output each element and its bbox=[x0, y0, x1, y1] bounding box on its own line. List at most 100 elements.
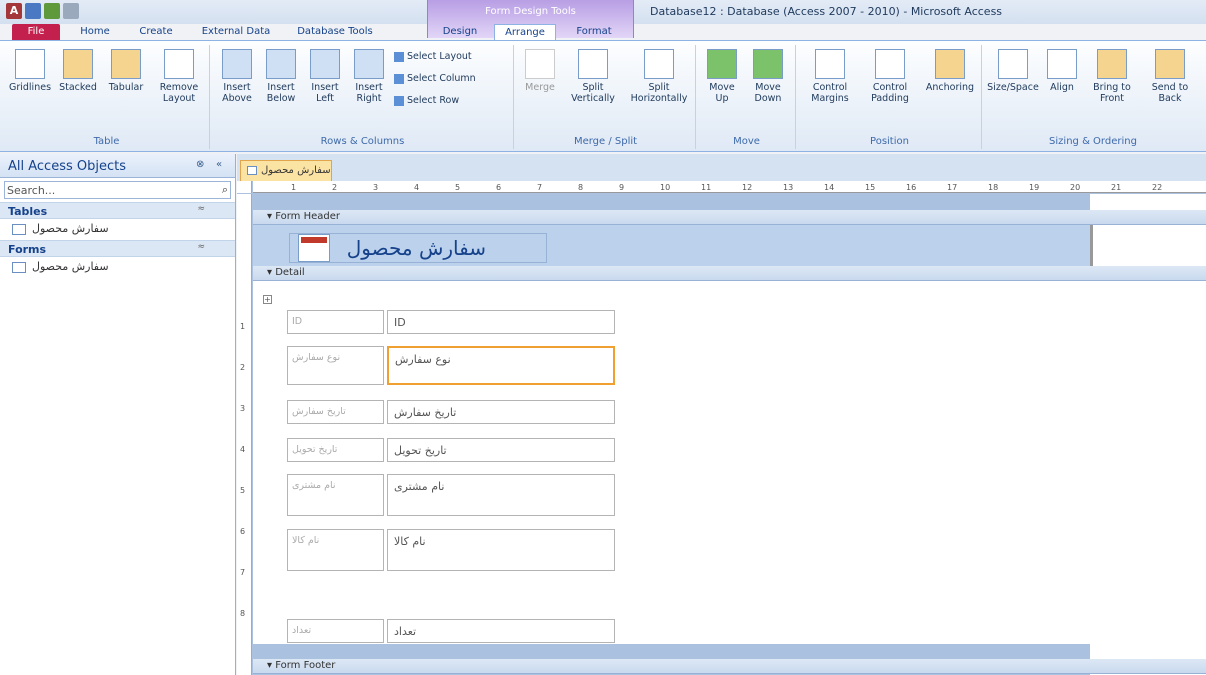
section-bar-form-header[interactable]: ▾ Form Header bbox=[253, 210, 1206, 225]
nav-collapse-icon[interactable]: « bbox=[216, 159, 222, 170]
stacked-button[interactable]: Stacked bbox=[56, 49, 100, 93]
field-textbox-delivery-date[interactable]: تاریخ تحویل bbox=[387, 438, 615, 462]
nav-dropdown-icon[interactable]: ⊗ bbox=[196, 159, 204, 170]
ruler-tick-label: 11 bbox=[701, 183, 712, 192]
insert-above-icon bbox=[222, 49, 252, 79]
contextual-tab-group-label: Form Design Tools bbox=[485, 6, 576, 17]
tab-design[interactable]: Design bbox=[430, 24, 490, 40]
ribbon-group-sizing-ordering: Size/Space Align Bring to Front Send to … bbox=[984, 45, 1202, 149]
ruler-tick-label: 12 bbox=[742, 183, 753, 192]
ruler-tick-label: 2 bbox=[332, 183, 338, 192]
control-padding-button[interactable]: Control Padding bbox=[862, 49, 918, 104]
stacked-icon bbox=[63, 49, 93, 79]
form-logo-icon[interactable] bbox=[298, 234, 330, 262]
remove-layout-button[interactable]: Remove Layout bbox=[154, 49, 204, 104]
section-bar-form-footer[interactable]: ▾ Form Footer bbox=[253, 659, 1206, 674]
vertical-ruler[interactable]: 1 2 3 4 5 6 7 8 bbox=[237, 194, 252, 675]
tab-format[interactable]: Format bbox=[564, 24, 624, 40]
field-label-id[interactable]: ID bbox=[287, 310, 384, 334]
anchoring-icon bbox=[935, 49, 965, 79]
move-down-button[interactable]: Move Down bbox=[748, 49, 788, 104]
send-to-back-button[interactable]: Send to Back bbox=[1142, 49, 1198, 104]
redo-icon[interactable] bbox=[63, 3, 79, 19]
gridlines-button[interactable]: Gridlines bbox=[8, 49, 52, 93]
split-horizontally-icon bbox=[644, 49, 674, 79]
select-layout-button[interactable]: Select Layout bbox=[394, 51, 472, 62]
bring-to-front-button[interactable]: Bring to Front bbox=[1084, 49, 1140, 104]
nav-category-forms[interactable]: Forms ≈ bbox=[0, 240, 235, 257]
nav-pane-header[interactable]: All Access Objects ⊗ « bbox=[0, 154, 235, 178]
field-label-order-type[interactable]: نوع سفارش bbox=[287, 346, 384, 385]
access-app-icon[interactable]: A bbox=[6, 3, 22, 19]
document-area: سفارش محصول 1 2 3 4 5 6 7 8 9 10 11 12 13 14 15 16 17 18 1… bbox=[237, 154, 1206, 675]
select-column-button[interactable]: Select Column bbox=[394, 73, 476, 84]
tab-file[interactable]: File bbox=[12, 24, 60, 40]
form-icon bbox=[247, 165, 257, 175]
tab-arrange[interactable]: Arrange bbox=[494, 24, 556, 41]
ruler-tick-label: 13 bbox=[783, 183, 794, 192]
insert-right-button[interactable]: Insert Right bbox=[348, 49, 390, 104]
field-textbox-id[interactable]: ID bbox=[387, 310, 615, 334]
nav-category-tables[interactable]: Tables ≈ bbox=[0, 202, 235, 219]
split-vertically-button[interactable]: Split Vertically bbox=[564, 49, 622, 104]
vruler-tick-label: 7 bbox=[240, 568, 246, 577]
tabular-button[interactable]: Tabular bbox=[104, 49, 148, 93]
size-space-button[interactable]: Size/Space bbox=[986, 49, 1040, 93]
field-textbox-customer-name[interactable]: نام مشتری bbox=[387, 474, 615, 516]
tab-external-data[interactable]: External Data bbox=[196, 24, 276, 40]
field-textbox-quantity[interactable]: تعداد bbox=[387, 619, 615, 643]
document-tab[interactable]: سفارش محصول bbox=[240, 160, 332, 181]
field-label-customer-name[interactable]: نام مشتری bbox=[287, 474, 384, 516]
select-layout-icon bbox=[394, 51, 404, 62]
field-textbox-order-type[interactable]: نوع سفارش bbox=[387, 346, 615, 385]
align-button[interactable]: Align bbox=[1042, 49, 1082, 93]
nav-item-table[interactable]: سفارش محصول bbox=[0, 219, 235, 239]
section-bar-detail[interactable]: ▾ Detail bbox=[253, 266, 1206, 281]
ribbon-group-label: Merge / Split bbox=[573, 136, 638, 147]
chevron-up-icon[interactable]: ≈ bbox=[197, 204, 205, 214]
horizontal-ruler[interactable]: 1 2 3 4 5 6 7 8 9 10 11 12 13 14 15 16 17 18 19 20 21 22 bbox=[253, 181, 1206, 193]
anchoring-button[interactable]: Anchoring bbox=[922, 49, 978, 93]
move-down-icon bbox=[753, 49, 783, 79]
vruler-tick-label: 5 bbox=[240, 486, 246, 495]
ribbon-group-label: Rows & Columns bbox=[320, 136, 405, 147]
quick-access-toolbar: A bbox=[6, 3, 79, 19]
control-margins-button[interactable]: Control Margins bbox=[802, 49, 858, 104]
ruler-tick-label: 4 bbox=[414, 183, 420, 192]
form-selector[interactable] bbox=[237, 181, 252, 193]
chevron-up-icon[interactable]: ≈ bbox=[197, 242, 205, 252]
split-horizontally-button[interactable]: Split Horizontally bbox=[626, 49, 692, 104]
detail-section[interactable] bbox=[253, 281, 1090, 644]
select-row-button[interactable]: Select Row bbox=[394, 95, 459, 106]
tab-home[interactable]: Home bbox=[72, 24, 118, 40]
nav-search-input[interactable]: Search... ⌕ bbox=[4, 181, 231, 199]
align-icon bbox=[1047, 49, 1077, 79]
insert-above-button[interactable]: Insert Above bbox=[216, 49, 258, 104]
form-right-edge[interactable] bbox=[1090, 225, 1206, 266]
ruler-tick-label: 10 bbox=[660, 183, 671, 192]
insert-below-button[interactable]: Insert Below bbox=[260, 49, 302, 104]
field-label-order-date[interactable]: تاریخ سفارش bbox=[287, 400, 384, 424]
move-up-button[interactable]: Move Up bbox=[702, 49, 742, 104]
field-textbox-product-name[interactable]: نام کالا bbox=[387, 529, 615, 571]
field-label-product-name[interactable]: نام کالا bbox=[287, 529, 384, 571]
merge-button[interactable]: Merge bbox=[520, 49, 560, 93]
field-textbox-order-date[interactable]: تاریخ سفارش bbox=[387, 400, 615, 424]
tab-create[interactable]: Create bbox=[130, 24, 182, 40]
search-icon[interactable]: ⌕ bbox=[222, 183, 228, 197]
nav-item-form[interactable]: سفارش محصول bbox=[0, 257, 235, 277]
select-column-icon bbox=[394, 73, 404, 84]
layout-move-handle[interactable]: + bbox=[263, 295, 272, 304]
tab-database-tools[interactable]: Database Tools bbox=[290, 24, 380, 40]
ruler-tick-label: 20 bbox=[1070, 183, 1081, 192]
insert-left-button[interactable]: Insert Left bbox=[304, 49, 346, 104]
save-icon[interactable] bbox=[25, 3, 41, 19]
control-margins-icon bbox=[815, 49, 845, 79]
ruler-tick-label: 9 bbox=[619, 183, 625, 192]
insert-right-icon bbox=[354, 49, 384, 79]
undo-icon[interactable] bbox=[44, 3, 60, 19]
field-label-quantity[interactable]: تعداد bbox=[287, 619, 384, 643]
field-label-delivery-date[interactable]: تاریخ تحویل bbox=[287, 438, 384, 462]
ruler-tick-label: 6 bbox=[496, 183, 502, 192]
table-icon bbox=[12, 223, 26, 235]
